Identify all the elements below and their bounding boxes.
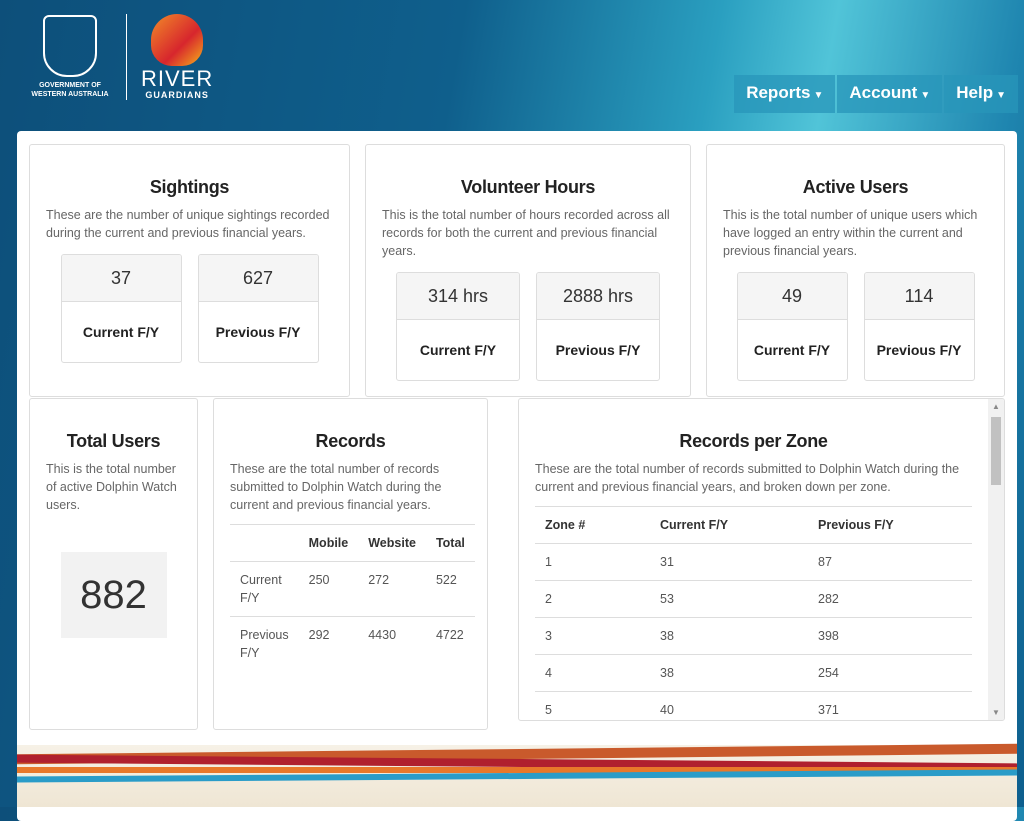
col-mobile: Mobile	[298, 524, 359, 562]
active-users-panel: Active Users This is the total number of…	[706, 144, 1005, 397]
stat-label: Previous F/Y	[215, 324, 301, 340]
col-website: Website	[358, 524, 426, 562]
current-fy-box: 314 hrs Current F/Y	[396, 272, 520, 381]
previous-fy-box: 114 Previous F/Y	[863, 272, 975, 381]
panel-title: Sightings	[149, 177, 230, 197]
logo-divider	[126, 14, 127, 100]
stat-value: 114	[864, 273, 974, 320]
current-fy-box: 49 Current F/Y	[736, 272, 848, 381]
decorative-wave-footer	[17, 743, 1017, 807]
stat-label: Previous F/Y	[876, 342, 962, 358]
panel-title: Active Users	[802, 177, 909, 197]
table-row: Previous F/Y 292 4430 4722	[230, 616, 475, 671]
table-header: Zone # Current F/Y Previous F/Y	[535, 506, 972, 544]
caret-down-icon: ▼	[996, 90, 1006, 101]
caret-down-icon: ▼	[813, 90, 824, 101]
caret-down-icon: ▼	[920, 90, 931, 101]
scrollbar[interactable]: ▲ ▼	[988, 399, 1004, 720]
table-row: 1 31 87	[535, 543, 972, 581]
stat-label: Current F/Y	[419, 342, 497, 358]
current-fy-box: 37 Current F/Y	[60, 254, 182, 363]
scroll-down-icon[interactable]: ▼	[992, 708, 1000, 717]
stat-value: 49	[737, 273, 847, 320]
nav-label: Help	[956, 83, 994, 102]
top-nav: Reports ▼ Account ▼ Help ▼	[734, 75, 1018, 113]
total-users-panel: Total Users This is the total number of …	[29, 398, 198, 730]
panel-description: These are the total number of records su…	[230, 462, 442, 512]
brand-text: GUARDIANS	[145, 90, 209, 100]
panel-description: This is the total number of unique users…	[723, 208, 978, 258]
scroll-up-icon[interactable]: ▲	[992, 402, 1000, 411]
stat-value: 2888 hrs	[537, 273, 659, 320]
nav-account[interactable]: Account ▼	[837, 75, 943, 113]
sightings-panel: Sightings These are the number of unique…	[29, 144, 350, 397]
scrollbar-thumb[interactable]	[991, 417, 1001, 485]
stat-value: 627	[198, 255, 318, 302]
swan-icon	[151, 14, 204, 66]
panel-title: Records per Zone	[679, 431, 828, 451]
logo: GOVERNMENT OF WESTERN AUSTRALIA RIVER GU…	[28, 14, 213, 100]
stat-label: Current F/Y	[82, 324, 160, 340]
table-row: 3 38 398	[535, 617, 972, 655]
nav-label: Account	[849, 83, 918, 102]
panel-title: Total Users	[66, 431, 161, 451]
panel-description: This is the total number of hours record…	[382, 208, 670, 258]
panel-description: These are the number of unique sightings…	[46, 208, 330, 240]
dashboard: Sightings These are the number of unique…	[17, 131, 1017, 821]
table-row: 2 53 282	[535, 580, 972, 618]
gov-text: GOVERNMENT OF	[39, 82, 101, 89]
stat-value: 314 hrs	[397, 273, 519, 320]
panel-title: Records	[315, 431, 386, 451]
table-row: Current F/Y 250 272 522	[230, 561, 475, 617]
stat-value: 37	[61, 255, 181, 302]
table-row: 4 38 254	[535, 654, 972, 692]
records-per-zone-panel[interactable]: Records per Zone These are the total num…	[518, 398, 1005, 721]
records-panel: Records These are the total number of re…	[213, 398, 488, 730]
brand-text: RIVER	[141, 66, 214, 91]
table-row: 5 40 371	[535, 691, 972, 720]
river-guardians-logo: RIVER GUARDIANS	[141, 14, 213, 100]
stat-label: Previous F/Y	[555, 342, 641, 358]
panel-title: Volunteer Hours	[460, 177, 596, 197]
stat-label: Current F/Y	[753, 342, 831, 358]
previous-fy-box: 2888 hrs Previous F/Y	[536, 272, 660, 381]
table-header: Mobile Website Total	[230, 524, 475, 562]
nav-help[interactable]: Help ▼	[944, 75, 1018, 113]
total-users-value: 882	[60, 552, 167, 638]
panel-description: These are the total number of records su…	[535, 462, 960, 494]
records-table: Mobile Website Total Current F/Y 250 272 522 …	[230, 524, 475, 671]
wa-government-crest: GOVERNMENT OF WESTERN AUSTRALIA	[28, 15, 112, 99]
previous-fy-box: 627 Previous F/Y	[197, 254, 319, 363]
col-total: Total	[425, 524, 475, 562]
panel-description: This is the total number of active Dolph…	[46, 462, 177, 512]
volunteer-hours-panel: Volunteer Hours This is the total number…	[365, 144, 691, 397]
gov-text: WESTERN AUSTRALIA	[31, 91, 109, 98]
nav-label: Reports	[746, 83, 811, 102]
zone-table: Zone # Current F/Y Previous F/Y 1 31 87 2 53 2…	[535, 506, 972, 720]
nav-reports[interactable]: Reports ▼	[734, 75, 836, 113]
